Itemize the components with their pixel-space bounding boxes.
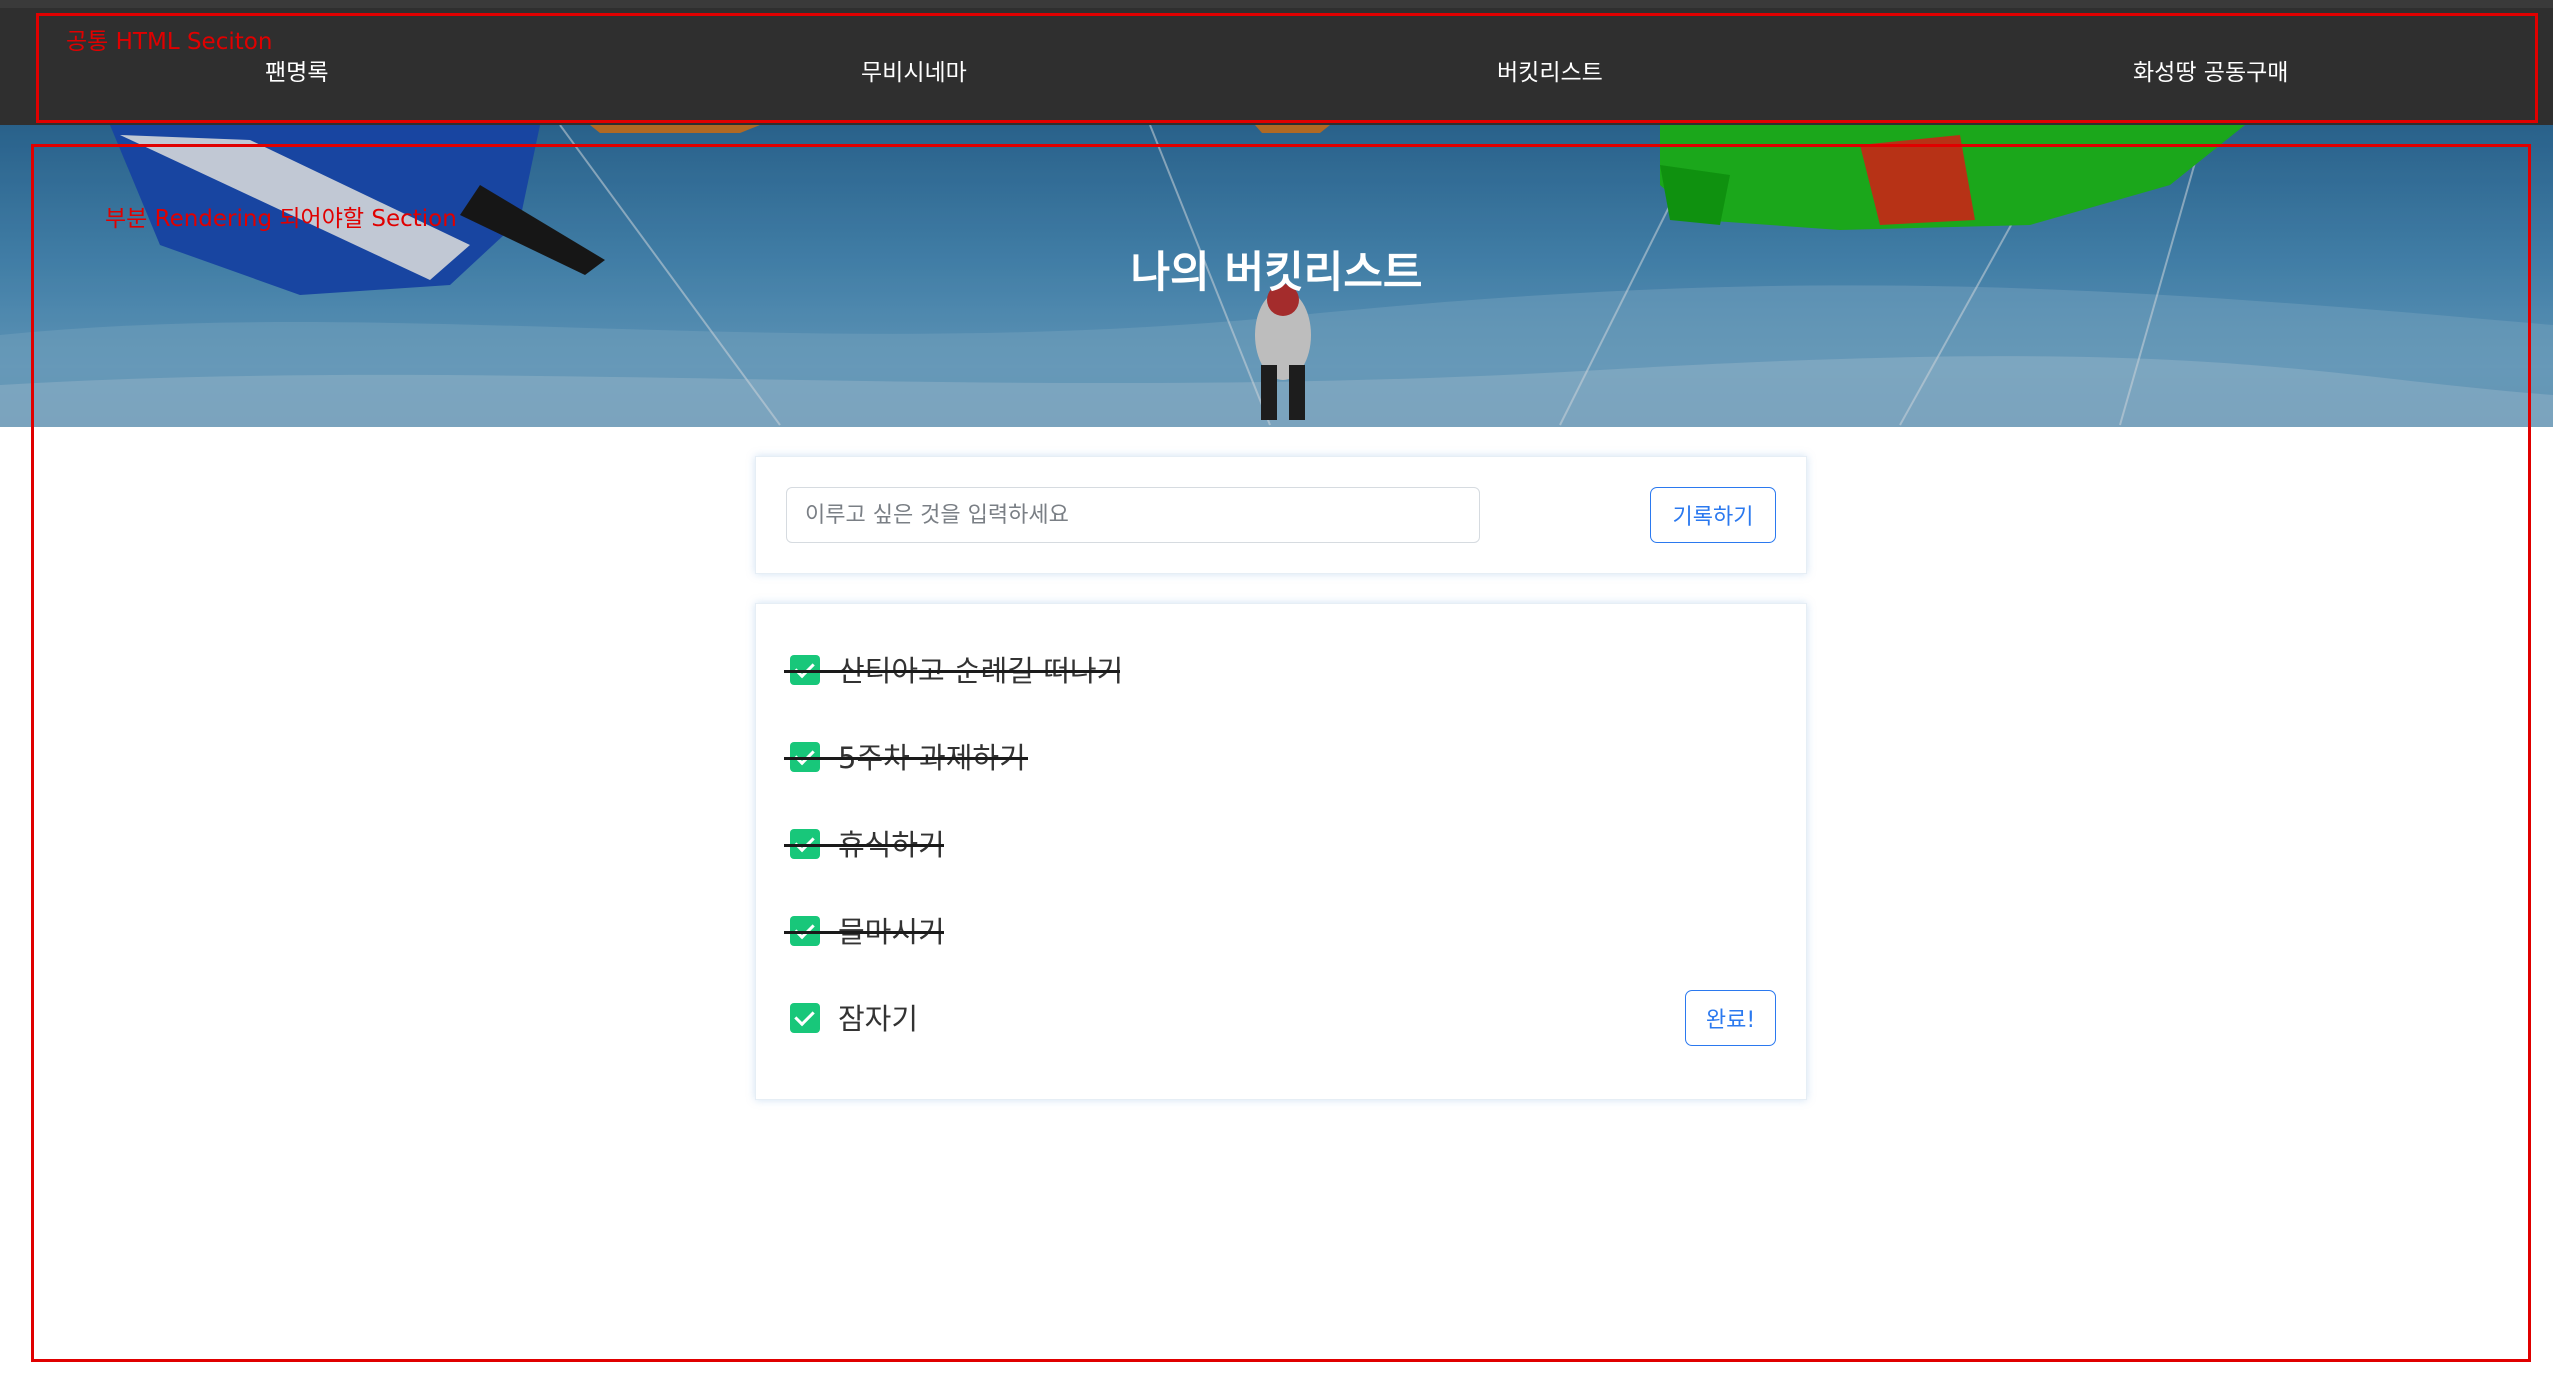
hero-banner: 나의 버킷리스트 xyxy=(0,125,2553,427)
strikethrough-line xyxy=(784,757,1028,760)
window-top-strip xyxy=(0,0,2553,8)
record-button[interactable]: 기록하기 xyxy=(1650,487,1776,543)
checkmark-icon xyxy=(790,1003,820,1033)
bucket-item-text: 잠자기 xyxy=(838,1002,919,1036)
bucket-input[interactable] xyxy=(786,487,1480,543)
strikethrough-line xyxy=(784,670,1120,673)
page-title: 나의 버킷리스트 xyxy=(1130,248,1423,298)
nav-link-movie-cinema[interactable]: 무비시네마 xyxy=(861,53,967,87)
strikethrough-line xyxy=(784,931,944,934)
common-section-label: 공통 HTML Seciton xyxy=(66,29,273,55)
partial-section-label: 부분 Rendering 되어야할 Section xyxy=(105,206,457,232)
bucket-input-card: 기록하기 xyxy=(755,456,1807,574)
nav-link-fan-guestbook[interactable]: 팬명록 xyxy=(265,53,328,87)
nav-link-mars-land-group-buy[interactable]: 화성땅 공동구매 xyxy=(2133,53,2288,87)
bucket-list-card: 산티아고 순례길 떠나기 5주차 과제하기 휴식하기 물마시기 잠자기 완료! xyxy=(755,603,1807,1100)
strikethrough-line xyxy=(784,844,944,847)
top-navbar: 팬명록 무비시네마 버킷리스트 화성땅 공동구매 xyxy=(0,8,2553,125)
complete-button[interactable]: 완료! xyxy=(1685,990,1776,1046)
nav-link-bucket-list[interactable]: 버킷리스트 xyxy=(1497,53,1603,87)
